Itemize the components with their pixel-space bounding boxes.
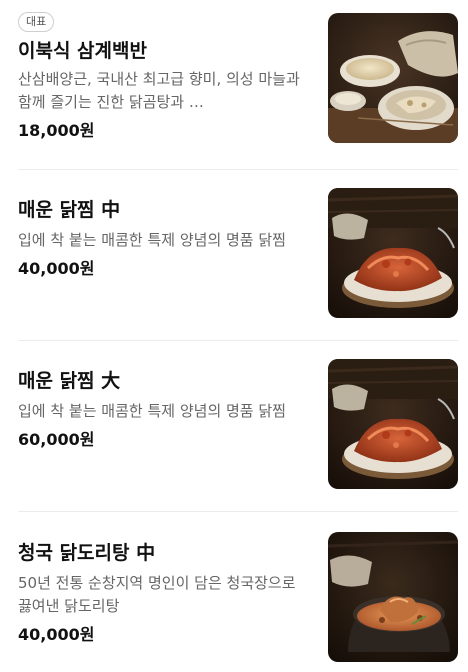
spicy-braised-chicken-photo [328, 188, 458, 318]
cheonggukjang-dakdoritang-photo [328, 532, 458, 662]
menu-item-cheonggukjang-dakdoritang[interactable]: 청국 닭도리탕 中 50년 전통 순창지역 명인이 담은 청국장으로 끓여낸 닭… [0, 512, 468, 672]
menu-item-price: 40,000원 [18, 259, 95, 278]
menu-item-photo[interactable] [328, 13, 458, 143]
menu-item-samgye-baekban[interactable]: 대표 이북식 삼계백반 산삼배양근, 국내산 최고급 향미, 의성 마늘과 함께… [0, 0, 468, 160]
menu-item-spicy-braised-chicken-medium[interactable]: 매운 닭찜 中 입에 착 붙는 매콤한 특제 양념의 명품 닭찜 40,000원 [0, 170, 468, 340]
menu-item-description: 50년 전통 순창지역 명인이 담은 청국장으로 끓여낸 닭도리탕 [18, 574, 296, 615]
menu-item-photo[interactable] [328, 188, 458, 318]
menu-item-name: 청국 닭도리탕 中 [18, 542, 156, 564]
menu-item-info: 매운 닭찜 中 입에 착 붙는 매콤한 특제 양념의 명품 닭찜 40,000원 [18, 197, 308, 280]
menu-item-name: 매운 닭찜 大 [18, 370, 121, 392]
menu-item-info: 대표 이북식 삼계백반 산삼배양근, 국내산 최고급 향미, 의성 마늘과 함께… [18, 10, 308, 142]
menu-item-description: 입에 착 붙는 매콤한 특제 양념의 명품 닭찜 [18, 231, 286, 249]
menu-item-info: 청국 닭도리탕 中 50년 전통 순창지역 명인이 담은 청국장으로 끓여낸 닭… [18, 540, 308, 646]
spicy-braised-chicken-photo [328, 359, 458, 489]
menu-item-price: 18,000원 [18, 121, 95, 140]
menu-item-description: 입에 착 붙는 매콤한 특제 양념의 명품 닭찜 [18, 402, 286, 420]
menu-item-price: 40,000원 [18, 625, 95, 644]
menu-item-name: 이북식 삼계백반 [18, 40, 147, 62]
menu-list: 대표 이북식 삼계백반 산삼배양근, 국내산 최고급 향미, 의성 마늘과 함께… [0, 0, 468, 672]
menu-item-info: 매운 닭찜 大 입에 착 붙는 매콤한 특제 양념의 명품 닭찜 60,000원 [18, 368, 308, 451]
signature-badge: 대표 [18, 12, 55, 32]
samgye-baekban-photo [328, 13, 458, 143]
menu-item-spicy-braised-chicken-large[interactable]: 매운 닭찜 大 입에 착 붙는 매콤한 특제 양념의 명품 닭찜 60,000원 [0, 341, 468, 511]
menu-item-photo[interactable] [328, 532, 458, 662]
menu-item-name: 매운 닭찜 中 [18, 199, 121, 221]
menu-item-price: 60,000원 [18, 430, 95, 449]
menu-item-photo[interactable] [328, 359, 458, 489]
menu-item-description: 산삼배양근, 국내산 최고급 향미, 의성 마늘과 함께 즐기는 진한 닭곰탕과… [18, 70, 300, 111]
